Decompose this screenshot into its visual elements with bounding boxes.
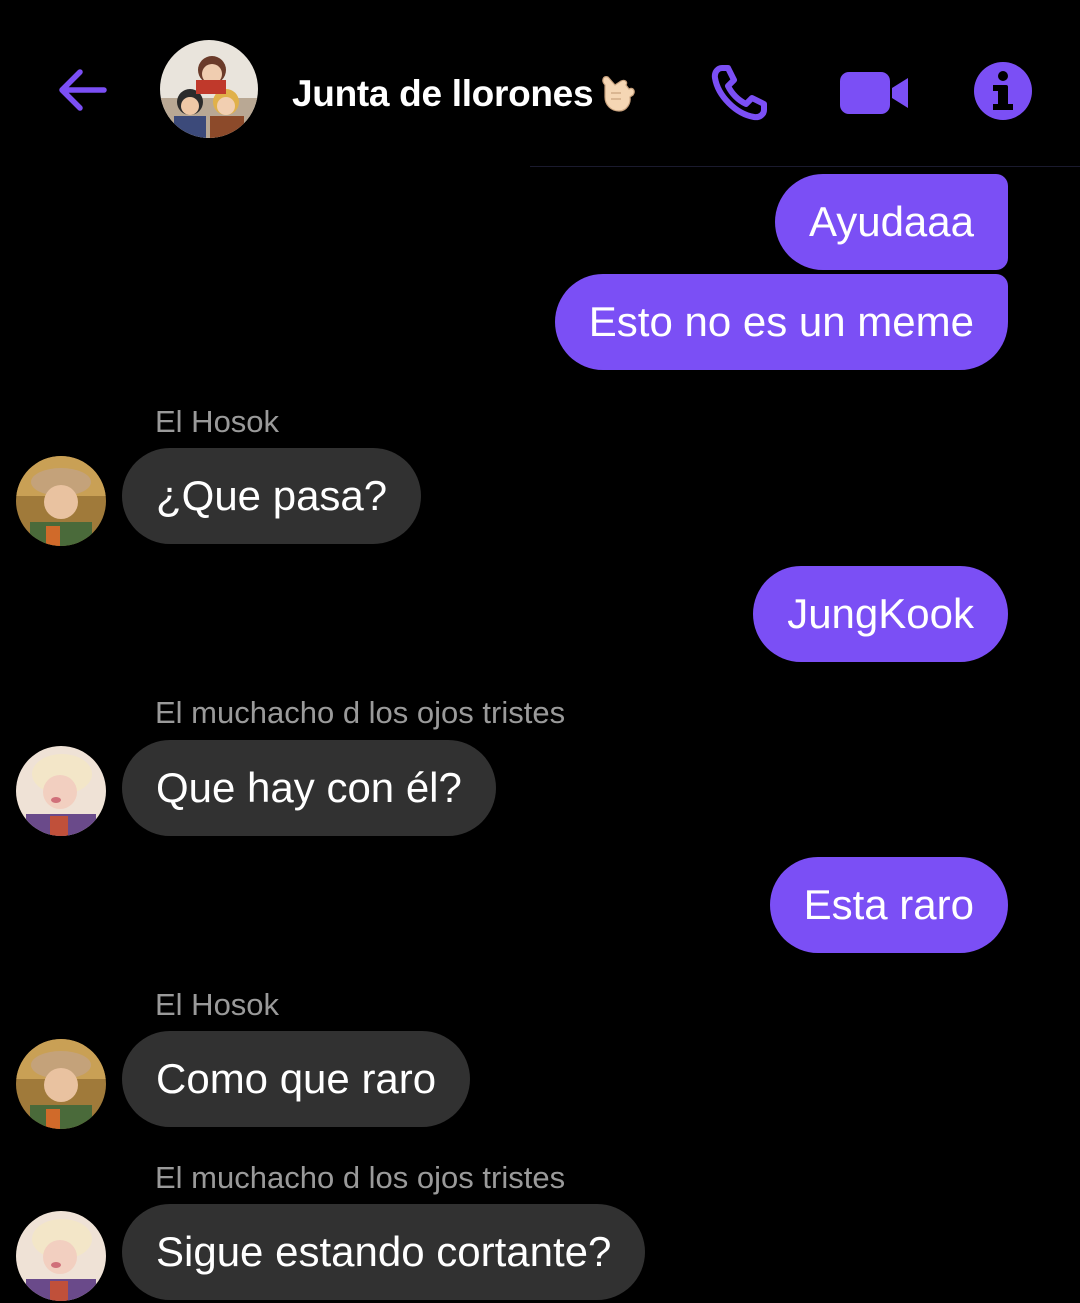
message-text: ¿Que pasa?: [156, 472, 388, 519]
sender-name: El Hosok: [155, 987, 280, 1022]
info-button[interactable]: [968, 56, 1038, 126]
sender-name: El muchacho d los ojos tristes: [155, 1160, 566, 1195]
outgoing-message[interactable]: Esta raro: [769, 857, 1008, 953]
chat-title[interactable]: Junta de llorones: [292, 66, 637, 122]
avatar-muchacho[interactable]: [16, 1211, 106, 1301]
call-me-hand-emoji: [602, 76, 636, 112]
phone-icon: [711, 65, 767, 121]
avatar-el-hosok[interactable]: [16, 456, 106, 546]
video-camera-icon: [840, 72, 908, 114]
info-icon: [974, 62, 1032, 120]
arrow-left-icon: [59, 69, 107, 111]
avatar-muchacho[interactable]: [16, 746, 106, 836]
message-text: Esto no es un meme: [588, 298, 974, 345]
sender-name: El Hosok: [155, 404, 280, 439]
message-text: Sigue estando cortante?: [156, 1228, 612, 1275]
back-button[interactable]: [50, 58, 114, 122]
sender-name: El muchacho d los ojos tristes: [155, 695, 566, 730]
outgoing-message[interactable]: JungKook: [753, 566, 1008, 662]
outgoing-message[interactable]: Ayudaaa: [774, 174, 1008, 270]
video-call-button[interactable]: [834, 58, 914, 128]
incoming-message[interactable]: Sigue estando cortante?: [122, 1204, 646, 1300]
header-divider: [530, 166, 1080, 167]
message-text: JungKook: [787, 590, 974, 637]
incoming-message[interactable]: Como que raro: [122, 1031, 471, 1127]
incoming-message[interactable]: ¿Que pasa?: [122, 448, 422, 544]
avatar-el-hosok[interactable]: [16, 1039, 106, 1129]
chat-header: Junta de llorones: [0, 0, 1080, 168]
message-text: Ayudaaa: [808, 198, 974, 245]
message-text: Como que raro: [156, 1055, 437, 1102]
message-text: Esta raro: [803, 881, 974, 928]
outgoing-message[interactable]: Esto no es un meme: [554, 274, 1008, 370]
chat-title-text: Junta de llorones: [292, 73, 594, 114]
incoming-message[interactable]: Que hay con él?: [122, 740, 496, 836]
group-avatar[interactable]: [160, 40, 258, 138]
call-button[interactable]: [704, 58, 774, 128]
message-text: Que hay con él?: [156, 764, 462, 811]
